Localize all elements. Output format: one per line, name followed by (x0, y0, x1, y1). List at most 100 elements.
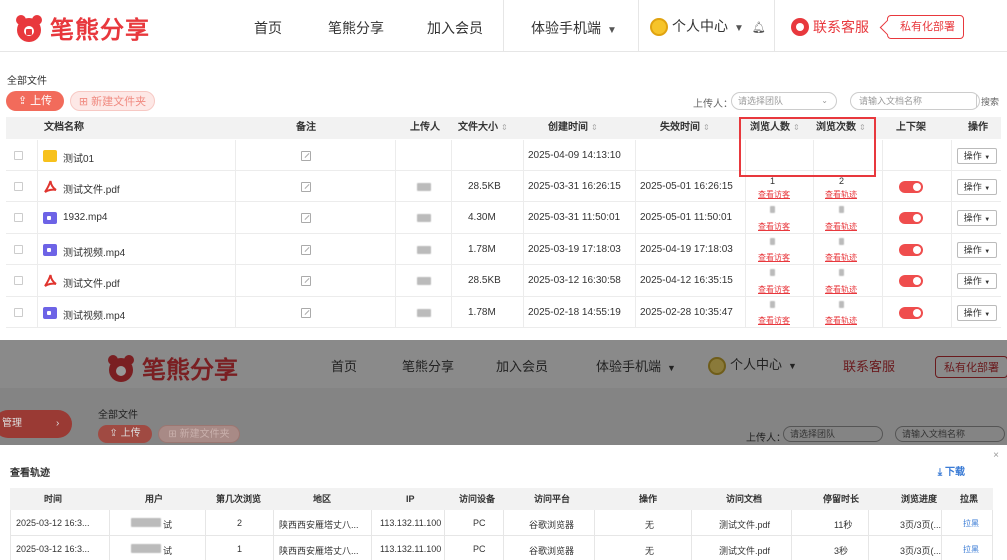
user-center-menu[interactable]: 个人中心 ▼ 🔔︎ (650, 16, 766, 37)
nav-share[interactable]: 笔熊分享 (328, 18, 384, 38)
file-name[interactable]: 测试视频.mp4 (63, 307, 125, 322)
track-nth: 1 (237, 544, 243, 554)
coin-avatar-icon (650, 18, 668, 37)
dimmed-contact-service: 联系客服 (843, 359, 896, 374)
cell-divider (951, 171, 952, 202)
file-size: 28.5KB (468, 275, 501, 286)
table-row[interactable]: 测试视频.mp4 1.78M 2025-02-18 14:55:19 2025-02-… (6, 297, 1001, 328)
new-folder-button[interactable]: ⊞ 新建文件夹 (70, 91, 155, 111)
row-checkbox[interactable] (14, 276, 23, 285)
new-folder-label: 新建文件夹 (91, 96, 147, 108)
file-name[interactable]: 测试视频.mp4 (63, 244, 125, 259)
private-deploy-button[interactable]: 私有化部署 (887, 15, 964, 39)
ops-dropdown[interactable]: 操作 ▼ (957, 273, 997, 289)
ops-dropdown[interactable]: 操作 ▼ (957, 242, 997, 258)
file-name[interactable]: 测试01 (63, 150, 94, 165)
view-count: 2 (839, 176, 845, 186)
cell-divider (273, 536, 274, 560)
modal-backdrop[interactable]: 笔熊分享 首页 笔熊分享 加入会员 体验手机端 ▼ 个人中心 ▼ 联系客服 私有化部… (0, 340, 1007, 445)
dimmed-name-input: 请输入文档名称 (895, 426, 1005, 442)
file-size: 28.5KB (468, 181, 501, 192)
upload-button[interactable]: ⇪ 上传 (6, 91, 64, 111)
cell-divider (882, 234, 883, 265)
block-link[interactable]: 拉黑 (963, 518, 979, 529)
chevron-right-icon: › (56, 418, 60, 429)
edit-remark-icon[interactable] (301, 151, 311, 161)
track-device: PC (473, 544, 486, 554)
bell-icon[interactable]: 🔔︎ (752, 22, 766, 34)
edit-remark-icon[interactable] (301, 308, 311, 318)
ops-dropdown[interactable]: 操作 ▼ (957, 210, 997, 226)
cell-divider (235, 265, 236, 297)
breadcrumb[interactable]: 全部文件 (7, 72, 47, 87)
block-link[interactable]: 拉黑 (963, 544, 979, 555)
edit-remark-icon[interactable] (301, 276, 311, 286)
view-track-link[interactable]: 查看轨迹 (825, 221, 857, 232)
edit-remark-icon[interactable] (301, 213, 311, 223)
dimmed-nav-mobile-label: 体验手机端 (596, 359, 662, 374)
view-track-link[interactable]: 查看轨迹 (825, 189, 857, 200)
cell-divider (444, 536, 445, 560)
view-track-link[interactable]: 查看轨迹 (825, 252, 857, 263)
contact-service[interactable]: 联系客服 (791, 17, 869, 37)
shelf-toggle[interactable] (899, 307, 923, 319)
download-button[interactable]: ⤓ 下载 (938, 463, 965, 478)
view-visitors-link[interactable]: 查看访客 (758, 284, 790, 295)
table-row[interactable]: 1932.mp4 4.30M 2025-03-31 11:50:01 2025-05-… (6, 202, 1001, 234)
nav-membership[interactable]: 加入会员 (427, 18, 483, 38)
view-count (839, 269, 844, 276)
view-track-link[interactable]: 查看轨迹 (825, 284, 857, 295)
top-header: 笔熊分享 首页 笔熊分享 加入会员 体验手机端 ▼ 个人中心 ▼ 🔔︎ 联系客服 私有… (0, 0, 1007, 52)
row-checkbox[interactable] (14, 151, 23, 160)
viewer-count (770, 206, 775, 213)
cell-divider (882, 140, 883, 171)
col-shelf-header: 上下架 (896, 122, 926, 133)
track-progress: 3页/3页(... (900, 520, 942, 530)
shelf-toggle[interactable] (899, 212, 923, 224)
track-stay: 3秒 (834, 546, 849, 556)
doc-name-search-input[interactable]: 请输入文档名称 (850, 92, 980, 110)
col-action-header: 操作 (639, 494, 658, 504)
col-created-label: 创建时间 (548, 122, 588, 133)
created-time: 2025-04-09 14:13:10 (528, 150, 621, 161)
view-visitors-link[interactable]: 查看访客 (758, 221, 790, 232)
view-visitors-link[interactable]: 查看访客 (758, 315, 790, 326)
file-name[interactable]: 测试文件.pdf (63, 275, 120, 290)
row-checkbox[interactable] (14, 213, 23, 222)
shelf-toggle[interactable] (899, 244, 923, 256)
team-select[interactable]: 请选择团队 ⌄ (731, 92, 837, 110)
cell-divider (205, 510, 206, 536)
col-expires-header[interactable]: 失效时间 ⇕ (660, 117, 710, 139)
ops-dropdown[interactable]: 操作 ▼ (957, 179, 997, 195)
shelf-toggle[interactable] (899, 275, 923, 287)
ops-dropdown[interactable]: 操作 ▼ (957, 148, 997, 164)
file-name[interactable]: 1932.mp4 (63, 212, 107, 223)
brand-logo[interactable]: 笔熊分享 (14, 10, 150, 45)
row-checkbox[interactable] (14, 308, 23, 317)
col-created-header[interactable]: 创建时间 ⇕ (548, 117, 598, 139)
view-visitors-link[interactable]: 查看访客 (758, 189, 790, 200)
cell-divider (941, 510, 942, 536)
edit-remark-icon[interactable] (301, 182, 311, 192)
shelf-toggle[interactable] (899, 181, 923, 193)
table-row[interactable]: 测试文件.pdf 28.5KB 2025-03-12 16:30:58 2025-04… (6, 265, 1001, 297)
cell-divider (635, 202, 636, 234)
view-track-link[interactable]: 查看轨迹 (825, 315, 857, 326)
row-checkbox[interactable] (14, 245, 23, 254)
created-time: 2025-03-19 17:18:03 (528, 244, 621, 255)
close-icon[interactable]: × (993, 450, 999, 461)
nav-home[interactable]: 首页 (254, 18, 282, 38)
chevron-down-icon: ▼ (984, 280, 991, 286)
edit-remark-icon[interactable] (301, 245, 311, 255)
table-row[interactable]: 测试视频.mp4 1.78M 2025-03-19 17:18:03 2025-04-… (6, 234, 1001, 265)
ops-dropdown[interactable]: 操作 ▼ (957, 305, 997, 321)
file-name[interactable]: 测试文件.pdf (63, 181, 120, 196)
col-name-header: 文档名称 (44, 122, 84, 133)
cell-divider (523, 202, 524, 234)
col-size-header[interactable]: 文件大小 ⇕ (458, 117, 508, 139)
row-checkbox[interactable] (14, 182, 23, 191)
nav-mobile[interactable]: 体验手机端 ▼ (531, 18, 617, 38)
chevron-down-icon: ▼ (607, 25, 617, 36)
view-visitors-link[interactable]: 查看访客 (758, 252, 790, 263)
search-button[interactable]: 搜索 (976, 95, 999, 108)
